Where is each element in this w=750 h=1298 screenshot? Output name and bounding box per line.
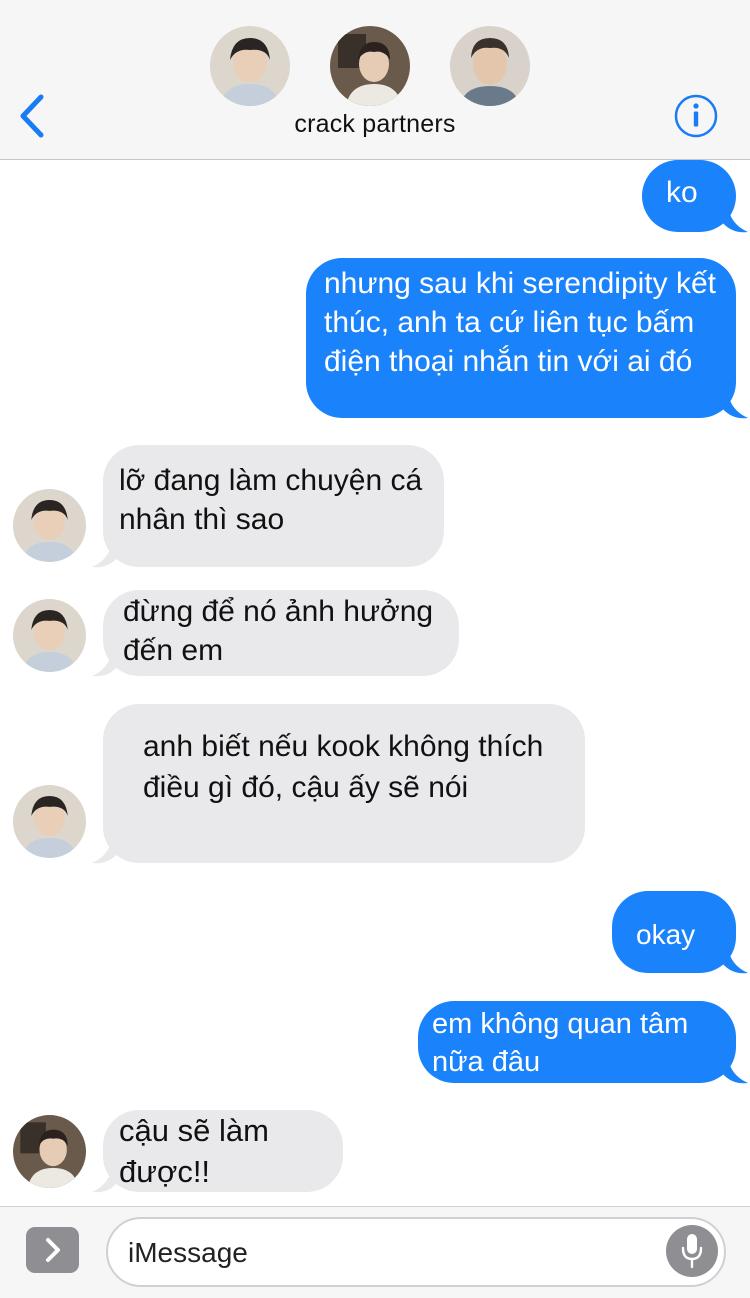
- bubble-tail: [92, 1166, 118, 1193]
- avatar: [330, 26, 410, 106]
- avatar: [13, 785, 86, 858]
- microphone-button[interactable]: [666, 1225, 718, 1277]
- bubble-tail: [722, 206, 748, 233]
- bubble-tail: [722, 392, 748, 419]
- sender-avatar[interactable]: [13, 785, 86, 858]
- avatar: [13, 1115, 86, 1188]
- bubble-tail: [92, 837, 118, 864]
- group-title[interactable]: crack partners: [0, 110, 750, 139]
- bubble-tail: [92, 650, 118, 677]
- message-field[interactable]: [106, 1217, 726, 1287]
- bubble-tail: [92, 541, 118, 568]
- message-bubble-sent[interactable]: nhưng sau khi serendipity kết thúc, anh …: [306, 258, 736, 418]
- sender-avatar[interactable]: [13, 1115, 86, 1188]
- message-bubble-sent[interactable]: em không quan tâm nữa đâu: [418, 1001, 736, 1083]
- info-icon: [674, 94, 718, 138]
- sender-avatar[interactable]: [13, 599, 86, 672]
- message-bubble-sent[interactable]: okay: [612, 891, 736, 973]
- message-bubble-received[interactable]: lỡ đang làm chuyện cá nhân thì sao: [103, 445, 444, 567]
- message-input[interactable]: [126, 1219, 650, 1287]
- message-bubble-received[interactable]: đừng để nó ảnh hưởng đến em: [103, 590, 459, 676]
- microphone-icon: [681, 1234, 703, 1269]
- avatar: [13, 599, 86, 672]
- message-bubble-received[interactable]: anh biết nếu kook không thích điều gì đó…: [103, 704, 585, 863]
- bubble-tail: [722, 947, 748, 974]
- avatar: [210, 26, 290, 106]
- sender-avatar[interactable]: [13, 489, 86, 562]
- participant-avatar-1[interactable]: [210, 26, 290, 106]
- message-bubble-received[interactable]: cậu sẽ làm được!!: [103, 1110, 343, 1192]
- participant-avatar-2[interactable]: [330, 26, 410, 106]
- apps-button[interactable]: [26, 1227, 79, 1273]
- chevron-right-icon: [45, 1238, 60, 1262]
- participant-avatar-3[interactable]: [450, 26, 530, 106]
- avatar: [13, 489, 86, 562]
- bubble-tail: [722, 1057, 748, 1084]
- avatar: [450, 26, 530, 106]
- info-button[interactable]: [673, 93, 719, 139]
